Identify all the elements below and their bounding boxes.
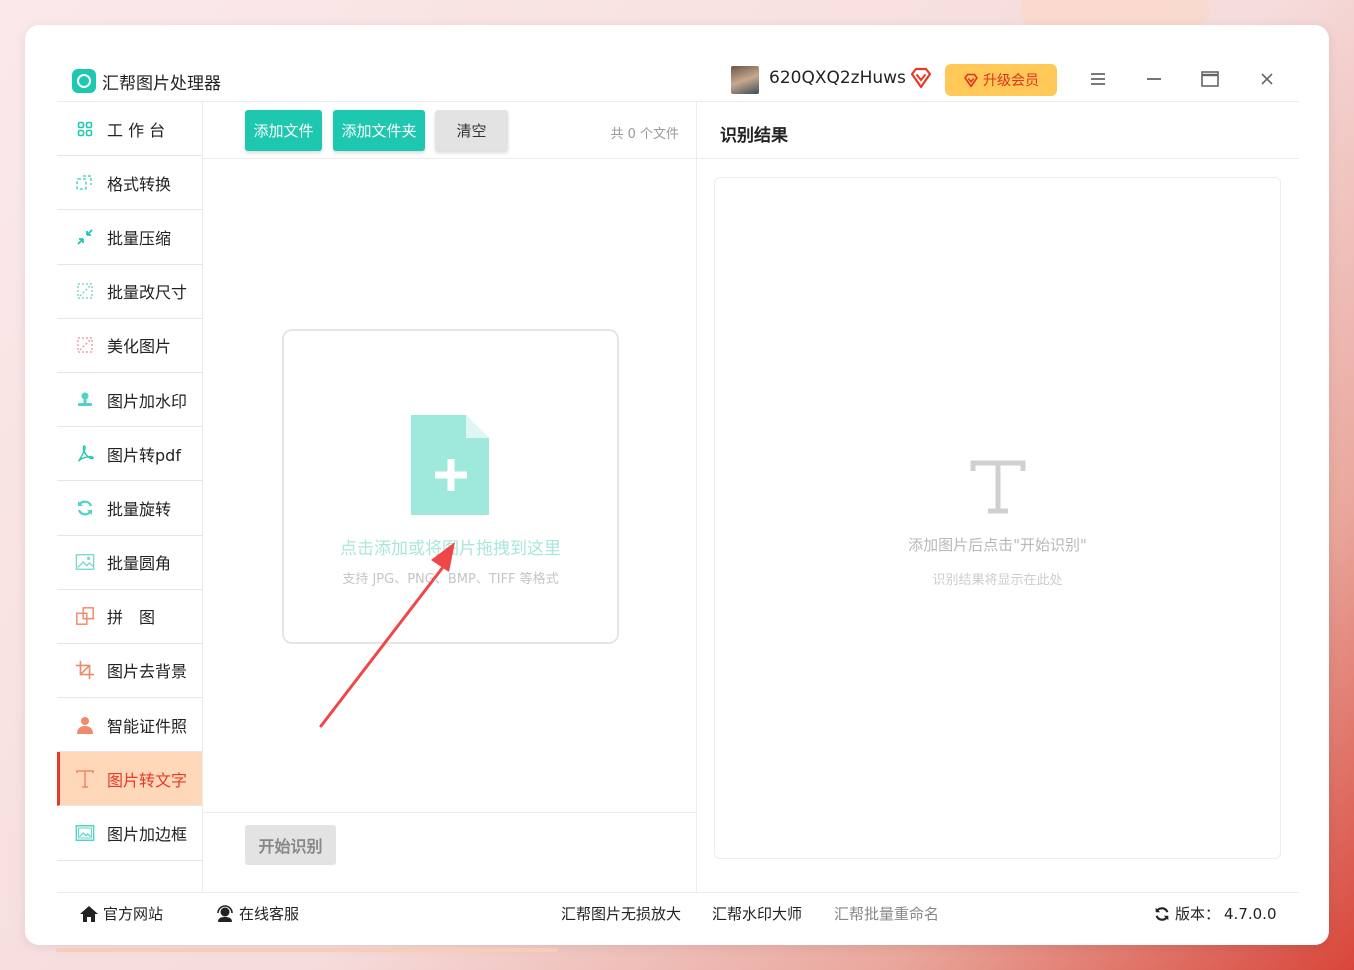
sidebar-item-remove-background[interactable]: 图片去背景 [57,644,202,699]
result-area: 添加图片后点击"开始识别" 识别结果将显示在此处 [714,177,1281,859]
online-service-label: 在线客服 [239,905,300,923]
file-count: 共 0 个文件 [610,127,679,142]
stamp-icon [75,390,95,410]
drop-zone-formats: 支持 JPG、PNG、BMP、TIFF 等格式 [342,572,559,587]
start-recognition-button[interactable]: 开始识别 [245,825,336,865]
clear-button[interactable]: 清空 [435,110,508,151]
app-title: 汇帮图片处理器 [102,74,221,94]
official-site-label: 官方网站 [103,905,164,923]
grid-icon [75,119,95,139]
sidebar-item-beautify[interactable]: 美化图片 [57,319,202,373]
sidebar-item-label: 图片加边框 [107,825,188,845]
sidebar-item-label: 图片转文字 [107,770,188,790]
maximize-icon[interactable] [1198,67,1222,91]
watermark-master-link[interactable]: 汇帮水印大师 [712,903,802,924]
sidebar-item-label: 批量旋转 [107,499,172,519]
online-service-link[interactable]: 在线客服 [215,903,299,924]
compress-icon [75,227,95,247]
footer: 官方网站 在线客服 汇帮图片无损放大 汇帮水印大师 汇帮批量重命名 版本： 4.… [57,892,1299,923]
upgrade-label: 升级会员 [983,73,1039,89]
diamond-icon [964,73,978,87]
sidebar-item-label: 工 作 台 [107,120,166,140]
minimize-icon[interactable] [1142,67,1166,91]
add-file-icon [411,415,489,515]
text-placeholder-icon [970,460,1026,514]
batch-rename-link[interactable]: 汇帮批量重命名 [834,903,939,924]
crop-icon [75,660,95,680]
sidebar-item-label: 图片转pdf [107,445,181,465]
sidebar-item-id-photo[interactable]: 智能证件照 [57,698,202,753]
sidebar-item-batch-rotate[interactable]: 批量旋转 [57,481,202,536]
drop-zone[interactable]: 点击添加或将图片拖拽到这里 支持 JPG、PNG、BMP、TIFF 等格式 [282,329,619,644]
vip-diamond-icon [910,67,932,89]
menu-icon[interactable] [1086,67,1110,91]
resize-icon [75,281,95,301]
result-title: 识别结果 [720,126,788,146]
add-folder-button[interactable]: 添加文件夹 [333,110,425,151]
sidebar-item-label: 格式转换 [107,174,172,194]
home-icon [80,905,98,922]
sidebar-item-label: 批量改尺寸 [107,283,188,303]
beautify-icon [75,335,95,355]
sidebar-item-label: 拼 图 [107,608,156,628]
version-label: 版本： [1175,905,1221,923]
drop-zone-text: 点击添加或将图片拖拽到这里 [340,539,561,559]
sidebar-item-label: 图片加水印 [107,391,188,411]
refresh-icon[interactable] [1153,905,1171,923]
close-icon[interactable] [1255,67,1279,91]
text-icon [75,769,95,789]
result-sub-hint: 识别结果将显示在此处 [932,573,1063,588]
customer-service-icon [217,904,233,922]
upgrade-vip-button[interactable]: 升级会员 [945,64,1057,96]
bottom-strip [56,948,558,952]
add-file-button[interactable]: 添加文件 [245,110,322,151]
sidebar-item-label: 智能证件照 [107,716,188,736]
convert-icon [75,173,95,193]
puzzle-icon [75,606,95,626]
lossless-upscale-link[interactable]: 汇帮图片无损放大 [561,903,681,924]
sidebar-item-format-convert[interactable]: 格式转换 [57,156,202,211]
person-icon [75,715,95,735]
username[interactable]: 620QXQ2zHuws [769,68,906,88]
sidebar-item-batch-compress[interactable]: 批量压缩 [57,210,202,265]
frame-icon [75,823,95,843]
sidebar-item-puzzle[interactable]: 拼 图 [57,590,202,644]
pdf-icon [75,444,95,464]
sidebar-item-rounded-corners[interactable]: 批量圆角 [57,536,202,590]
sidebar-item-label: 美化图片 [107,337,172,357]
sidebar-item-batch-resize[interactable]: 批量改尺寸 [57,265,202,319]
sidebar-item-add-border[interactable]: 图片加边框 [57,806,202,861]
sidebar-item-image-to-text[interactable]: 图片转文字 [57,752,202,807]
sidebar: 工 作 台 格式转换 批量压缩 批量改尺寸 美化图片 图片加水印 图片转pdf [57,102,203,892]
file-toolbar: 添加文件 添加文件夹 清空 共 0 个文件 [203,102,697,159]
avatar[interactable] [731,66,759,94]
action-bar: 开始识别 [203,812,697,892]
app-window: 汇帮图片处理器 620QXQ2zHuws 升级会员 工 作 台 格式转换 批量压… [25,25,1329,945]
result-hint: 添加图片后点击"开始识别" [908,536,1087,554]
file-panel: 添加文件 添加文件夹 清空 共 0 个文件 点击添加或将图片拖拽到这里 支持 J… [203,102,697,892]
image-icon [75,552,95,572]
sidebar-item-workbench[interactable]: 工 作 台 [57,102,202,157]
version-number: 4.7.0.0 [1224,904,1277,923]
title-bar: 汇帮图片处理器 620QXQ2zHuws 升级会员 [57,55,1299,102]
result-header: 识别结果 [697,102,1299,159]
sidebar-item-label: 批量压缩 [107,228,172,248]
official-site-link[interactable]: 官方网站 [79,903,163,924]
sidebar-item-label: 批量圆角 [107,554,172,574]
app-logo-icon [72,69,96,93]
version-info: 版本： 4.7.0.0 [1153,903,1277,924]
result-panel: 识别结果 添加图片后点击"开始识别" 识别结果将显示在此处 [697,102,1299,892]
rotate-icon [75,498,95,518]
sidebar-item-watermark[interactable]: 图片加水印 [57,373,202,428]
app-frame: 汇帮图片处理器 620QXQ2zHuws 升级会员 工 作 台 格式转换 批量压… [57,55,1299,923]
sidebar-item-to-pdf[interactable]: 图片转pdf [57,427,202,482]
sidebar-item-label: 图片去背景 [107,662,188,682]
